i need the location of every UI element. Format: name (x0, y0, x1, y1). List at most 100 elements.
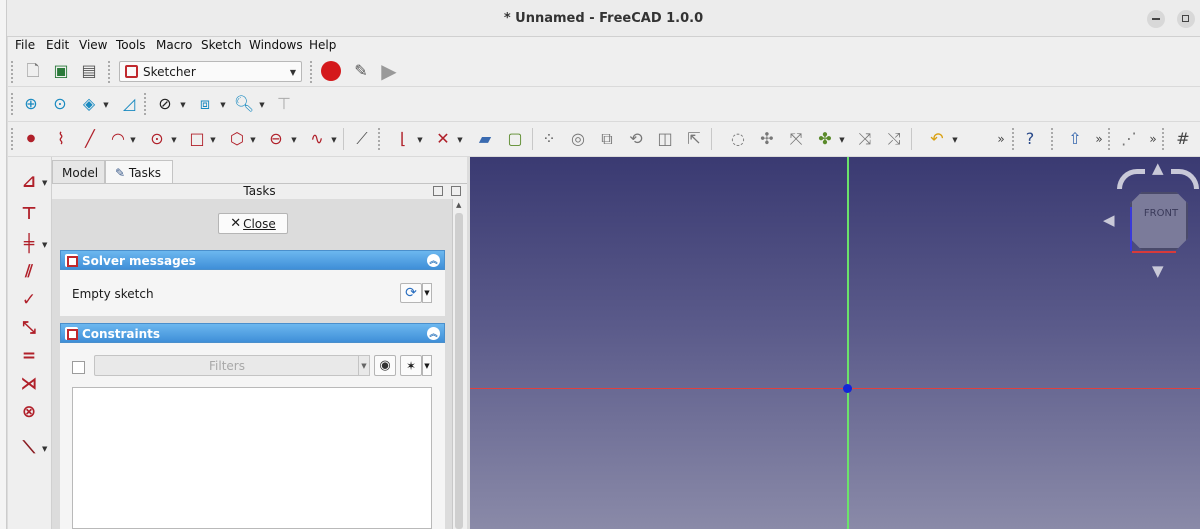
line-icon[interactable]: ╱ (79, 128, 101, 150)
validate-sketch-icon[interactable]: ◌ (727, 128, 749, 150)
menu-sketch[interactable]: Sketch (201, 38, 241, 52)
equal-constraint-icon[interactable]: = (17, 344, 41, 368)
toolbar-grip[interactable] (11, 93, 15, 115)
chevron-down-icon[interactable]: ▼ (422, 355, 432, 376)
bspline-icon[interactable]: ∿ (306, 128, 328, 150)
merge-sketch-icon[interactable]: ✣ (756, 128, 778, 150)
toolbar-grip[interactable] (108, 61, 112, 83)
chevron-down-icon[interactable]: ▼ (422, 283, 432, 303)
external-geometry-icon[interactable]: ▰ (474, 128, 496, 150)
settings-button[interactable]: ✶ (400, 355, 422, 376)
close-button[interactable]: ✕ Close (218, 213, 288, 234)
nav-up-arrow-icon[interactable]: ▲ (1152, 159, 1164, 177)
macro-record-button[interactable] (320, 60, 342, 82)
toolbar-grip[interactable] (310, 61, 314, 83)
measure-distance-icon[interactable]: ⊤ (273, 93, 295, 115)
leave-sketch-icon[interactable]: ⇧ (1064, 128, 1086, 150)
toolbar-grip[interactable] (378, 128, 382, 150)
tasks-scrollbar[interactable]: ▲ (452, 199, 465, 529)
minimize-button[interactable] (1147, 10, 1165, 28)
horizontal-vertical-constraint-icon[interactable]: ╪ (17, 232, 41, 256)
chevron-down-icon[interactable]: ▼ (42, 179, 47, 187)
circle-icon[interactable]: ⊙ (146, 128, 168, 150)
draw-style-icon[interactable]: ⊘ (154, 93, 176, 115)
menu-windows[interactable]: Windows (249, 38, 303, 52)
whats-this-icon[interactable]: ? (1019, 128, 1041, 150)
toolbar-grip[interactable] (144, 93, 148, 115)
rotate-left-icon[interactable] (1117, 169, 1145, 189)
zoom-icon[interactable]: 🔍︎ (233, 93, 255, 115)
polygon-icon[interactable]: ⬡ (226, 128, 248, 150)
measure-icon[interactable]: ◿ (118, 93, 140, 115)
macro-play-icon[interactable]: ▶ (378, 60, 400, 82)
chevron-down-icon[interactable]: ▼ (358, 355, 370, 376)
block-constraint-icon[interactable]: ⊗ (17, 400, 41, 424)
toolbar-grip[interactable] (11, 128, 15, 150)
chevron-down-icon[interactable]: ▼ (258, 100, 266, 110)
open-document-icon[interactable]: ▣ (50, 60, 72, 82)
filters-combobox[interactable]: Filters (94, 355, 360, 376)
menu-file[interactable]: File (15, 38, 35, 52)
constraints-header[interactable]: Constraints ︽ (60, 323, 445, 343)
toolbar-grip[interactable] (1108, 128, 1112, 150)
select-origin-icon[interactable]: ⁘ (538, 128, 560, 150)
arc-icon[interactable]: ◠ (107, 128, 129, 150)
chevron-down-icon[interactable]: ▼ (838, 135, 846, 145)
point-icon[interactable]: ● (20, 128, 42, 150)
trim-icon[interactable]: ✕ (432, 128, 454, 150)
chevron-down-icon[interactable]: ▼ (179, 100, 187, 110)
fit-selection-icon[interactable]: ⊙ (49, 93, 71, 115)
chevron-down-icon[interactable]: ▼ (209, 135, 217, 145)
slot-icon[interactable]: ⊖ (265, 128, 287, 150)
undo-icon[interactable]: ↶ (926, 128, 948, 150)
menu-macro[interactable]: Macro (156, 38, 192, 52)
chevron-down-icon[interactable]: ▼ (416, 135, 424, 145)
isometric-view-icon[interactable]: ◈ (78, 93, 100, 115)
select-all-checkbox[interactable] (72, 361, 85, 374)
collapse-icon[interactable]: ︽ (427, 327, 440, 340)
chevron-down-icon[interactable]: ▼ (951, 135, 959, 145)
view-section-icon[interactable]: ⋰ (1118, 128, 1140, 150)
menu-view[interactable]: View (79, 38, 107, 52)
move-icon[interactable]: ⇱ (683, 128, 705, 150)
symmetry-icon[interactable]: ◎ (567, 128, 589, 150)
snap-icon[interactable]: ⤨ (854, 128, 876, 150)
mirror-sketch-icon[interactable]: ⤧ (785, 128, 807, 150)
float-panel-icon[interactable] (451, 186, 461, 196)
symmetric-constraint-icon[interactable]: ⋊ (17, 372, 41, 396)
toolbar-grip[interactable] (1012, 128, 1016, 150)
chevron-down-icon[interactable]: ▼ (170, 135, 178, 145)
new-document-icon[interactable]: 🗋 (22, 60, 44, 82)
bounding-box-icon[interactable]: ⧈ (194, 93, 216, 115)
carbon-copy-icon[interactable]: ▢ (504, 128, 526, 150)
rotate-right-icon[interactable] (1171, 169, 1199, 189)
parallel-constraint-icon[interactable]: ⫽ (17, 260, 41, 284)
3d-view[interactable]: ◀ ▼ ▲ FRONT (470, 157, 1200, 529)
scroll-up-icon[interactable]: ▲ (456, 201, 461, 209)
toggle-driving-icon[interactable]: ⟍ (17, 436, 41, 460)
chevron-down-icon[interactable]: ▼ (456, 135, 464, 145)
coincident-constraint-icon[interactable]: ⊤ (17, 202, 41, 226)
scrollbar-thumb[interactable] (455, 213, 463, 529)
perpendicular-constraint-icon[interactable]: ✓ (17, 288, 41, 312)
chevron-down-icon[interactable]: ▼ (102, 100, 110, 110)
constraints-list[interactable] (72, 387, 432, 529)
workbench-selector[interactable]: Sketcher ▼ (119, 61, 302, 82)
solver-messages-header[interactable]: Solver messages ︽ (60, 250, 445, 270)
toolbar-grip[interactable] (11, 61, 15, 83)
chevron-down-icon[interactable]: ▼ (42, 241, 47, 249)
tab-tasks[interactable]: ✎ Tasks (105, 160, 173, 185)
chevron-down-icon[interactable]: ▼ (42, 445, 47, 453)
clone-icon[interactable]: ⧉ (596, 128, 618, 150)
chevron-down-icon[interactable]: ▼ (330, 135, 338, 145)
collapse-panel-icon[interactable] (433, 186, 443, 196)
grid-snap-icon[interactable]: ⤭ (883, 128, 905, 150)
chevron-down-icon[interactable]: ▼ (249, 135, 257, 145)
array-icon[interactable]: ◫ (654, 128, 676, 150)
menu-tools[interactable]: Tools (116, 38, 146, 52)
chevron-down-icon[interactable]: ▼ (290, 135, 298, 145)
nav-down-arrow-icon[interactable]: ▼ (1152, 262, 1164, 280)
grid-icon[interactable]: # (1172, 128, 1194, 150)
fit-all-icon[interactable]: ⊕ (20, 93, 42, 115)
rectangle-icon[interactable]: □ (186, 128, 208, 150)
